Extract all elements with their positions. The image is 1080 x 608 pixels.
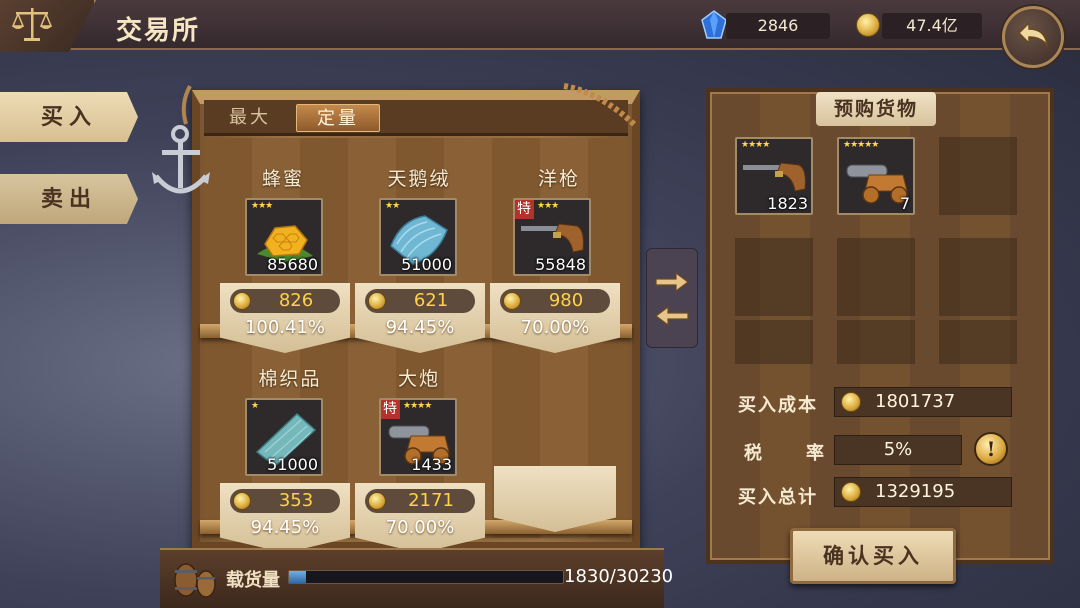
order-slot-empty[interactable] <box>837 320 915 364</box>
musket-icon <box>521 223 584 253</box>
price-pill: 826 <box>230 289 340 313</box>
arrow-left-icon[interactable] <box>654 304 690 328</box>
order-item-cannon[interactable]: ★★★★★ 7 <box>837 137 915 215</box>
confirm-purchase-button[interactable]: 确认买入 <box>790 528 956 584</box>
rarity-stars: ★★★★ <box>741 140 770 150</box>
item-name-musket: 洋枪 <box>537 168 580 190</box>
item-name-honey: 蜂蜜 <box>261 168 304 190</box>
pre-purchase-title: 预购货物 <box>816 92 936 126</box>
gold-coin-icon <box>841 392 861 412</box>
item-quantity: 55848 <box>535 255 586 274</box>
rarity-stars: ★★★★★ <box>843 140 879 150</box>
item-price: 353 <box>278 490 314 511</box>
blue-gem-icon <box>701 10 727 39</box>
purchase-total-box: 1329195 <box>834 477 1012 507</box>
special-tag: 特 <box>515 200 534 219</box>
rarity-stars: ★★★★ <box>403 401 432 411</box>
order-item-musket[interactable]: ★★★★ 1823 <box>735 137 813 215</box>
item-quantity: 1433 <box>411 455 452 474</box>
order-slot-empty[interactable] <box>735 320 813 364</box>
page-title: 交易所 <box>116 16 201 46</box>
tab-sell[interactable]: 卖出 <box>0 174 138 224</box>
item-price: 2171 <box>408 490 454 511</box>
gold-coin-icon <box>841 482 861 502</box>
rarity-stars: ★ <box>251 401 259 411</box>
price-percent: 94.45% <box>250 517 320 538</box>
item-quantity: 51000 <box>401 255 452 274</box>
order-slot-empty[interactable] <box>939 238 1017 316</box>
purchase-cost-value: 1801737 <box>875 391 956 412</box>
balance-scale-icon <box>11 8 53 41</box>
rarity-stars: ★★★ <box>537 201 559 211</box>
mode-fixed-button[interactable]: 定量 <box>296 104 380 132</box>
musket-icon <box>743 162 806 192</box>
price-percent: 94.45% <box>385 317 455 338</box>
rope-decoration <box>563 83 639 129</box>
cargo-label: 载货量 <box>226 570 280 591</box>
tax-rate-value: 5% <box>834 435 962 465</box>
tax-info-button[interactable]: ! <box>974 432 1008 466</box>
arrow-right-icon[interactable] <box>654 270 690 294</box>
mode-max-button[interactable]: 最大 <box>208 104 292 132</box>
gold-count: 47.4亿 <box>882 13 982 39</box>
anchor-icon <box>152 85 210 194</box>
rarity-stars: ★★★ <box>251 201 273 211</box>
item-card-cotton[interactable]: ★ 51000 <box>245 398 323 476</box>
price-pill: 621 <box>365 289 475 313</box>
order-slot-empty[interactable] <box>837 238 915 316</box>
order-slot-empty[interactable] <box>939 320 1017 364</box>
purchase-cost-label: 买入成本 <box>738 395 818 416</box>
item-card-musket[interactable]: 特 ★★★ 55848 <box>513 198 591 276</box>
gold-coin-icon <box>233 492 251 510</box>
tax-label-1: 税 <box>744 443 764 464</box>
item-quantity: 1823 <box>767 194 808 213</box>
gem-count: 2846 <box>726 13 830 39</box>
tab-buy[interactable]: 买入 <box>0 92 138 142</box>
cargo-progress-fill <box>289 571 306 583</box>
special-tag: 特 <box>381 400 400 419</box>
barrel-icon <box>174 563 216 598</box>
purchase-total-label: 买入总计 <box>738 487 818 508</box>
price-percent: 70.00% <box>385 517 455 538</box>
price-pill: 353 <box>230 489 340 513</box>
transfer-arrows-panel <box>646 248 698 348</box>
price-pill: 980 <box>500 289 610 313</box>
order-slot-empty[interactable] <box>939 137 1017 215</box>
rarity-stars: ★★ <box>385 201 400 211</box>
purchase-cost-box: 1801737 <box>834 387 1012 417</box>
item-card-cannon[interactable]: 特 ★★★★ 1433 <box>379 398 457 476</box>
item-card-velvet[interactable]: ★★ 51000 <box>379 198 457 276</box>
price-percent: 100.41% <box>244 317 326 338</box>
item-price: 980 <box>548 290 584 311</box>
cargo-capacity-text: 1830/30230 <box>564 566 674 587</box>
item-price: 826 <box>278 290 314 311</box>
tax-label-2: 率 <box>806 443 826 464</box>
item-quantity: 51000 <box>267 455 318 474</box>
item-quantity: 7 <box>899 194 910 213</box>
item-name-cotton: 棉织品 <box>258 368 322 390</box>
cargo-progress-bar <box>288 570 564 584</box>
item-quantity: 85680 <box>267 255 318 274</box>
purchase-total-value: 1329195 <box>875 481 956 502</box>
price-pill: 2171 <box>365 489 475 513</box>
back-button[interactable] <box>1002 6 1064 68</box>
item-name-velvet: 天鹅绒 <box>387 168 451 190</box>
gold-coin-icon <box>368 492 386 510</box>
item-price: 621 <box>413 290 449 311</box>
back-arrow-icon <box>1017 21 1049 48</box>
gold-coin-icon <box>503 292 521 310</box>
item-card-honey[interactable]: ★★★ 85680 <box>245 198 323 276</box>
gold-coin-icon <box>368 292 386 310</box>
gold-coin-icon <box>233 292 251 310</box>
price-percent: 70.00% <box>520 317 590 338</box>
order-slot-empty[interactable] <box>735 238 813 316</box>
gold-coin-icon <box>856 13 880 37</box>
item-name-cannon: 大炮 <box>397 368 440 390</box>
